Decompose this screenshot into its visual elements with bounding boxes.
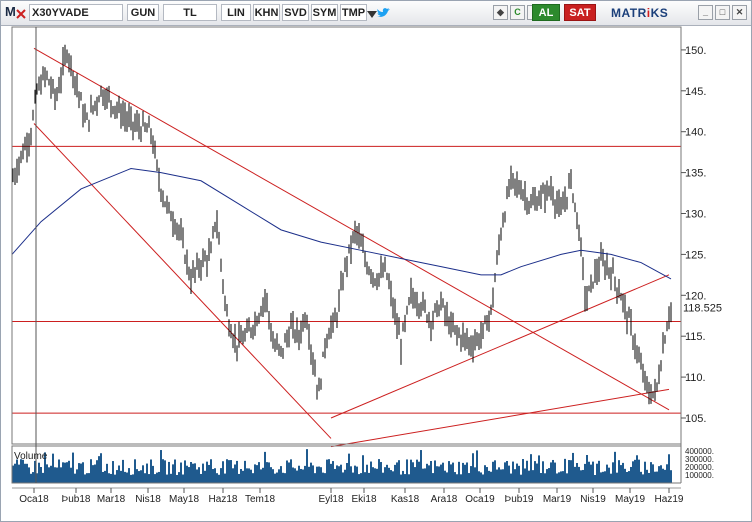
x-tick-label: Oca19 [465, 494, 495, 505]
y-tick-label: 125. [685, 249, 706, 261]
y-tick-label: 105. [685, 413, 706, 425]
brand-logo: MATRiKS [611, 6, 668, 20]
svd-button[interactable]: SVD [282, 4, 309, 21]
app-logo: M [5, 4, 16, 19]
settings-icon[interactable]: ◆ [493, 5, 508, 20]
volume-label: Volume [14, 451, 48, 462]
x-tick-label: May18 [169, 494, 199, 505]
scale-button[interactable]: LIN [221, 4, 251, 21]
volume-tick-label: 100000. [685, 471, 714, 480]
twitter-icon[interactable] [376, 7, 390, 19]
y-tick-label: 140. [685, 127, 706, 139]
x-tick-label: Kas18 [391, 494, 420, 505]
x-tick-label: Haz18 [209, 494, 238, 505]
x-tick-label: May19 [615, 494, 645, 505]
close-symbol-icon[interactable] [16, 9, 26, 19]
x-tick-label: Þub18 [62, 494, 91, 505]
chart-toolbar: M X30YVADE GUN TL LIN KHN SVD SYM TMP ◆ … [1, 1, 751, 26]
x-tick-label: Þub19 [505, 494, 534, 505]
currency-button[interactable]: TL [163, 4, 217, 21]
sell-button[interactable]: SAT [564, 4, 596, 21]
x-tick-label: Eki18 [351, 494, 376, 505]
y-tick-label: 135. [685, 168, 706, 180]
tmp-button[interactable]: TMP [340, 4, 367, 21]
x-tick-label: Nis19 [580, 494, 606, 505]
minimize-button[interactable]: _ [698, 5, 713, 20]
brand-end: KS [650, 6, 669, 20]
close-button[interactable]: ✕ [732, 5, 747, 20]
y-tick-label: 120. [685, 290, 706, 302]
x-tick-label: Haz19 [655, 494, 684, 505]
y-tick-label: 130. [685, 209, 706, 221]
buy-button[interactable]: AL [532, 4, 560, 21]
symbol-field[interactable]: X30YVADE [29, 4, 123, 21]
x-tick-label: Oca18 [19, 494, 49, 505]
y-tick-label: 150. [685, 45, 706, 57]
price-chart[interactable]: 105. 110. 115. 120. 125. 130. 135. 140. 145. 150.… [1, 1, 751, 521]
refresh-icon[interactable]: C [510, 5, 525, 20]
brand-text: MATR [611, 6, 647, 20]
y-tick-label: 145. [685, 86, 706, 98]
maximize-button[interactable]: □ [715, 5, 730, 20]
x-tick-label: Tem18 [245, 494, 275, 505]
y-tick-label: 110. [685, 372, 706, 384]
x-tick-label: Ara18 [431, 494, 458, 505]
x-tick-label: Mar18 [97, 494, 126, 505]
last-price-label: 118.525 [683, 302, 722, 314]
x-tick-label: Nis18 [135, 494, 161, 505]
sym-button[interactable]: SYM [311, 4, 338, 21]
period-button[interactable]: GUN [127, 4, 159, 21]
khn-button[interactable]: KHN [253, 4, 280, 21]
x-tick-label: Mar19 [543, 494, 572, 505]
x-tick-label: Eyl18 [318, 494, 343, 505]
y-tick-label: 115. [685, 331, 706, 343]
chart-window: 105. 110. 115. 120. 125. 130. 135. 140. 145. 150.… [0, 0, 752, 522]
